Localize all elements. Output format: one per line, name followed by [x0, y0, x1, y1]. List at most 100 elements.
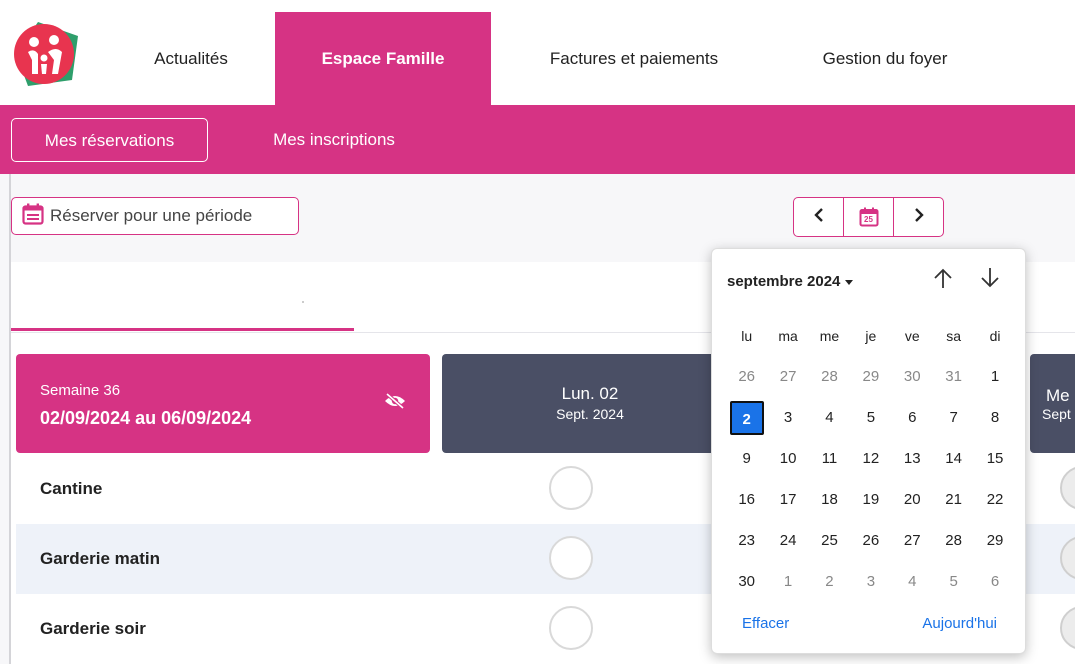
weekday-label: sa — [946, 327, 962, 344]
reservation-toggle[interactable] — [549, 466, 593, 510]
reservation-toggle[interactable] — [549, 536, 593, 580]
family-logo-icon[interactable] — [8, 14, 86, 92]
calendar-list-icon — [22, 203, 44, 230]
calendar-day[interactable]: 15 — [974, 450, 1015, 467]
calendar-day[interactable]: 29 — [850, 368, 891, 385]
calendar-day[interactable]: 26 — [726, 368, 767, 385]
weekday-label: lu — [741, 327, 753, 344]
calendar-day[interactable]: 19 — [850, 491, 891, 508]
calendar-day[interactable]: 26 — [850, 532, 891, 549]
day-header-monday: Lun. 02 Sept. 2024 — [442, 354, 738, 453]
weekday-label: je — [865, 327, 877, 344]
weekday-label: di — [989, 327, 1001, 344]
calendar-day[interactable]: 7 — [933, 409, 974, 426]
calendar-week-row: 16 17 18 19 20 21 22 — [726, 479, 1016, 520]
tab-divider — [302, 301, 304, 303]
calendar-day[interactable]: 2 — [809, 573, 850, 590]
previous-week-button[interactable] — [794, 198, 843, 236]
calendar-day[interactable]: 5 — [933, 573, 974, 590]
day-date: Sept — [1042, 406, 1071, 422]
reservation-toggle[interactable] — [1060, 536, 1075, 580]
calendar-grid: lu ma me je ve sa di 26 27 28 29 30 31 1… — [726, 315, 1016, 602]
nav-gestion-foyer[interactable]: Gestion du foyer — [780, 12, 990, 105]
next-month-button[interactable] — [977, 267, 1003, 293]
reserve-period-label: Réserver pour une période — [50, 206, 253, 225]
nav-actualites[interactable]: Actualités — [128, 12, 254, 105]
calendar-day[interactable]: 21 — [933, 491, 974, 508]
calendar-day[interactable]: 6 — [892, 409, 933, 426]
calendar-day[interactable]: 27 — [892, 532, 933, 549]
tab-mes-reservations[interactable]: Mes réservations — [11, 118, 208, 162]
chevron-left-icon — [812, 207, 826, 228]
calendar-day[interactable]: 5 — [850, 409, 891, 426]
calendar-day[interactable]: 20 — [892, 491, 933, 508]
reserve-period-button[interactable]: Réserver pour une période — [11, 197, 299, 235]
row-label-garderie-soir: Garderie soir — [40, 619, 146, 638]
arrow-up-icon — [933, 267, 953, 294]
calendar-day[interactable]: 30 — [892, 368, 933, 385]
nav-espace-famille[interactable]: Espace Famille — [275, 12, 491, 105]
tab-mes-inscriptions[interactable]: Mes inscriptions — [236, 118, 432, 162]
month-year-selector[interactable]: septembre 2024 — [727, 273, 854, 290]
calendar-day-selected[interactable]: 2 — [726, 400, 767, 435]
calendar-day[interactable]: 13 — [892, 450, 933, 467]
calendar-day[interactable]: 12 — [850, 450, 891, 467]
calendar-picker-button[interactable]: 25 — [843, 198, 893, 236]
reservation-toggle[interactable] — [549, 606, 593, 650]
next-week-button[interactable] — [893, 198, 943, 236]
week-summary-card: Semaine 36 02/09/2024 au 06/09/2024 — [16, 354, 430, 453]
calendar-day[interactable]: 6 — [974, 573, 1015, 590]
row-label-cantine: Cantine — [40, 479, 103, 498]
hide-eye-icon[interactable] — [384, 392, 406, 415]
calendar-week-row: 2 3 4 5 6 7 8 — [726, 397, 1016, 438]
calendar-day[interactable]: 9 — [726, 450, 767, 467]
row-label-garderie-matin: Garderie matin — [40, 549, 160, 568]
weekday-label: me — [819, 327, 840, 344]
calendar-day[interactable]: 4 — [892, 573, 933, 590]
calendar-day[interactable]: 1 — [974, 368, 1015, 385]
weekday-header-row: lu ma me je ve sa di — [726, 315, 1016, 356]
calendar-day[interactable]: 8 — [974, 409, 1015, 426]
previous-month-button[interactable] — [930, 267, 956, 293]
calendar-day[interactable]: 27 — [767, 368, 808, 385]
caret-down-icon — [845, 279, 854, 285]
calendar-day[interactable]: 14 — [933, 450, 974, 467]
calendar-day[interactable]: 10 — [767, 450, 808, 467]
reservation-toggle[interactable] — [1060, 466, 1075, 510]
week-navigation: 25 — [793, 197, 944, 237]
today-button[interactable]: Aujourd'hui — [922, 615, 997, 632]
calendar-day[interactable]: 22 — [974, 491, 1015, 508]
calendar-week-row: 9 10 11 12 13 14 15 — [726, 438, 1016, 479]
clear-date-button[interactable]: Effacer — [742, 615, 789, 632]
calendar-day[interactable]: 17 — [767, 491, 808, 508]
calendar-icon: 25 — [859, 207, 879, 227]
calendar-day[interactable]: 25 — [809, 532, 850, 549]
calendar-day[interactable]: 29 — [974, 532, 1015, 549]
calendar-day[interactable]: 28 — [809, 368, 850, 385]
reservation-toggle[interactable] — [1060, 606, 1075, 650]
active-tab-indicator — [11, 328, 354, 331]
day-date: Sept. 2024 — [556, 406, 624, 422]
week-number: Semaine 36 — [40, 382, 121, 399]
calendar-day[interactable]: 24 — [767, 532, 808, 549]
datepicker-popup: septembre 2024 lu ma me je ve sa di 26 2… — [711, 248, 1026, 654]
calendar-day[interactable]: 16 — [726, 491, 767, 508]
calendar-day[interactable]: 18 — [809, 491, 850, 508]
calendar-day[interactable]: 23 — [726, 532, 767, 549]
nav-factures-paiements[interactable]: Factures et paiements — [512, 12, 756, 105]
calendar-day[interactable]: 3 — [767, 409, 808, 426]
calendar-badge: 25 — [864, 215, 873, 224]
selected-day-number: 2 — [729, 400, 764, 435]
top-navigation: Actualités Espace Famille Factures et pa… — [0, 0, 1075, 105]
calendar-day[interactable]: 30 — [726, 573, 767, 590]
calendar-day[interactable]: 31 — [933, 368, 974, 385]
calendar-day[interactable]: 4 — [809, 409, 850, 426]
calendar-day[interactable]: 3 — [850, 573, 891, 590]
calendar-day[interactable]: 1 — [767, 573, 808, 590]
calendar-day[interactable]: 11 — [809, 450, 850, 467]
chevron-right-icon — [912, 207, 926, 228]
calendar-day[interactable]: 28 — [933, 532, 974, 549]
month-year-label: septembre 2024 — [727, 273, 841, 290]
day-name: Lun. 02 — [561, 384, 619, 403]
weekday-label: ma — [778, 327, 798, 344]
